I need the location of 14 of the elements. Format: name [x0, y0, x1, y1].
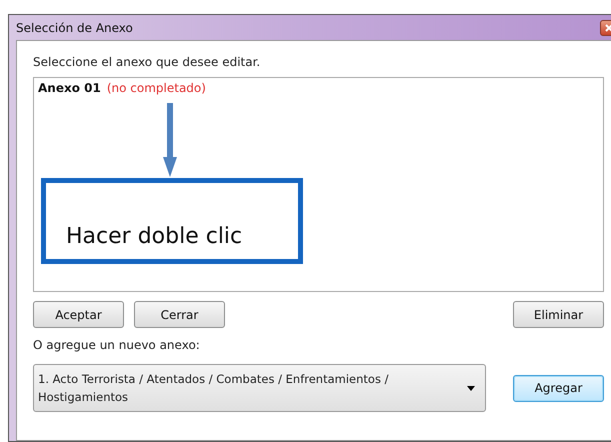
instruction-text: Seleccione el anexo que desee editar.: [33, 55, 262, 71]
close-icon: [605, 24, 611, 32]
callout-text: Hacer doble clic: [66, 224, 242, 249]
dialog-button[interactable]: Aceptar: [33, 301, 124, 328]
add-label: O agregue un nuevo anexo:: [33, 338, 201, 352]
annex-item[interactable]: Anexo 01 (no completado): [34, 78, 210, 98]
annex-name: Anexo 01: [38, 81, 101, 95]
dialog-button[interactable]: Cerrar: [134, 301, 225, 328]
window-title: Selección de Anexo: [16, 20, 133, 34]
add-button[interactable]: Agregar: [513, 374, 604, 402]
dialog-button[interactable]: Eliminar: [513, 301, 604, 328]
dropdown-caret-icon: [467, 386, 475, 390]
annex-type-dropdown[interactable]: 1. Acto Terrorista / Atentados / Combates / Enfrentamientos / Hostigamientos: [33, 364, 486, 412]
annex-status: (no completado): [106, 81, 206, 95]
